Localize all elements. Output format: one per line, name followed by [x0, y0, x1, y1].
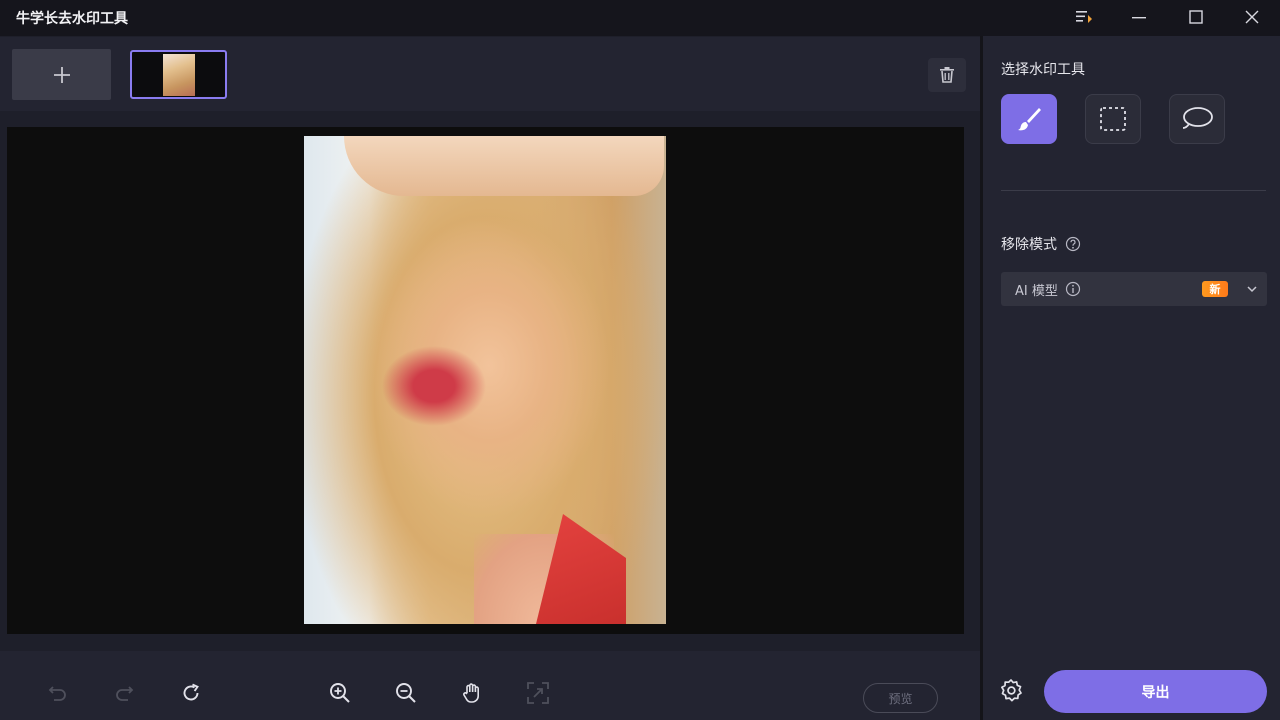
photo-detail [536, 514, 626, 624]
removal-mode-select[interactable]: AI 模型 新 [1001, 272, 1267, 306]
gear-icon [1001, 679, 1022, 702]
edited-image[interactable] [304, 136, 666, 624]
photo-detail [344, 136, 664, 196]
lasso-tool-button[interactable] [1169, 94, 1225, 144]
zoom-in-icon [330, 683, 350, 703]
zoom-out-icon [396, 683, 416, 703]
preview-button[interactable]: 预览 [863, 683, 938, 713]
redo-icon [116, 686, 134, 701]
undo-icon [48, 686, 66, 701]
removal-mode-value: AI 模型 [1015, 283, 1058, 299]
close-button[interactable] [1228, 0, 1276, 34]
title-bar: 牛学长去水印工具 [0, 0, 1280, 36]
app-title: 牛学长去水印工具 [16, 11, 128, 27]
close-icon [1245, 10, 1259, 24]
help-icon[interactable] [1065, 236, 1081, 252]
undo-button[interactable] [42, 677, 74, 709]
editing-canvas[interactable] [7, 127, 964, 634]
canvas-area [0, 113, 980, 650]
trash-icon [940, 67, 954, 83]
tool-heading: 选择水印工具 [1001, 62, 1085, 78]
add-image-button[interactable] [12, 49, 111, 100]
delete-button[interactable] [928, 58, 966, 92]
info-icon[interactable] [1065, 281, 1081, 297]
fit-screen-button[interactable] [522, 677, 554, 709]
lasso-icon [1182, 107, 1213, 129]
rotate-button[interactable] [175, 677, 207, 709]
app-window: 牛学长去水印工具 预览 选择水印工具 移除模式 AI 模型 新 导出 [0, 0, 1280, 720]
brush-tool-icon [1018, 108, 1041, 131]
pan-button[interactable] [456, 677, 488, 709]
zoom-in-button[interactable] [324, 677, 356, 709]
removal-mode-heading: 移除模式 [1001, 234, 1081, 254]
thumbnail-image [163, 54, 195, 96]
brush-tool-button[interactable] [1001, 94, 1057, 144]
minimize-button[interactable] [1115, 0, 1163, 34]
export-button[interactable]: 导出 [1044, 670, 1267, 713]
plus-icon [53, 66, 70, 83]
rectangle-tool-button[interactable] [1085, 94, 1141, 144]
panel-separator [1001, 190, 1266, 191]
removal-mode-label: 移除模式 [1001, 237, 1057, 253]
settings-panel: 选择水印工具 移除模式 AI 模型 新 导出 [983, 36, 1280, 720]
rotate-icon [183, 683, 199, 701]
menu-button[interactable] [1060, 0, 1108, 34]
fit-icon [527, 682, 549, 704]
redo-button[interactable] [108, 677, 140, 709]
zoom-out-button[interactable] [390, 677, 422, 709]
rect-select-icon [1100, 107, 1126, 131]
image-thumbnail[interactable] [130, 50, 227, 99]
settings-button[interactable] [997, 677, 1025, 705]
minimize-icon [1132, 17, 1146, 19]
hand-icon [463, 683, 479, 703]
bottom-toolbar: 预览 [0, 651, 980, 720]
maximize-button[interactable] [1172, 0, 1220, 34]
image-strip [0, 37, 980, 111]
new-badge: 新 [1202, 281, 1228, 297]
chevron-down-icon [1247, 286, 1257, 293]
maximize-icon [1189, 10, 1203, 24]
menu-icon [1076, 11, 1092, 23]
